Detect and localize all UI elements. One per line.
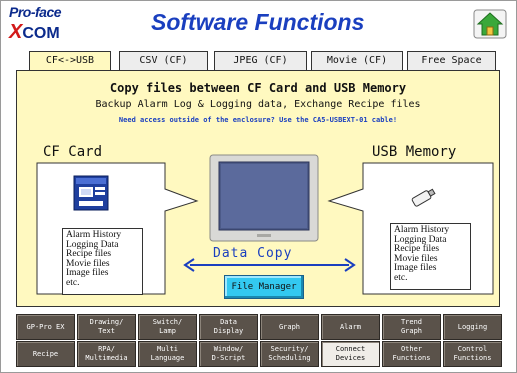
hmi-display-image xyxy=(209,154,319,242)
logo-bottom-text: XCOM xyxy=(9,21,60,43)
nav-rpa-multimedia[interactable]: RPA/ Multimedia xyxy=(77,341,136,367)
cf-card-label: CF Card xyxy=(43,144,103,160)
file-manager-button[interactable]: File Manager xyxy=(224,275,304,299)
nav-security-scheduling[interactable]: Security/ Scheduling xyxy=(260,341,319,367)
usb-memory-label: USB Memory xyxy=(372,144,457,160)
nav-logging[interactable]: Logging xyxy=(443,314,502,340)
nav-recipe[interactable]: Recipe xyxy=(16,341,75,367)
usb-file-list: Alarm History Logging Data Recipe files … xyxy=(390,223,471,290)
bottom-nav: GP-Pro EX Drawing/ Text Switch/ Lamp Dat… xyxy=(16,314,502,367)
cf-usb-panel: Copy files between CF Card and USB Memor… xyxy=(16,70,500,307)
nav-multi-language[interactable]: Multi Language xyxy=(138,341,197,367)
tab-cf-usb[interactable]: CF<->USB xyxy=(29,51,111,72)
tab-free-space[interactable]: Free Space xyxy=(407,51,496,71)
logo-top-text: Pro-face xyxy=(9,4,62,20)
nav-alarm[interactable]: Alarm xyxy=(321,314,380,340)
nav-gp-pro-ex[interactable]: GP-Pro EX xyxy=(16,314,75,340)
nav-trend-graph[interactable]: Trend Graph xyxy=(382,314,441,340)
nav-window-dscript[interactable]: Window/ D-Script xyxy=(199,341,258,367)
tab-csv-cf[interactable]: CSV (CF) xyxy=(119,51,208,71)
nav-graph[interactable]: Graph xyxy=(260,314,319,340)
nav-connect-devices[interactable]: Connect Devices xyxy=(321,341,380,367)
list-item: etc. xyxy=(394,272,408,283)
window-frame: Pro-face XCOM Software Functions CF<->US… xyxy=(0,0,517,373)
panel-heading: Copy files between CF Card and USB Memor… xyxy=(109,81,407,95)
cf-file-list: Alarm History Logging Data Recipe files … xyxy=(62,228,143,295)
proface-xycom-logo: Pro-face XCOM xyxy=(7,4,85,44)
double-arrow-icon xyxy=(183,258,356,272)
page-title: Software Functions xyxy=(151,9,365,35)
tab-movie-cf[interactable]: Movie (CF) xyxy=(311,51,403,71)
panel-subheading: Backup Alarm Log & Logging data, Exchang… xyxy=(95,99,421,110)
list-item: etc. xyxy=(66,277,80,288)
tab-jpeg-cf[interactable]: JPEG (CF) xyxy=(214,51,307,71)
nav-switch-lamp[interactable]: Switch/ Lamp xyxy=(138,314,197,340)
cf-card-icon xyxy=(73,175,109,211)
nav-control-functions[interactable]: Control Functions xyxy=(443,341,502,367)
nav-drawing-text[interactable]: Drawing/ Text xyxy=(77,314,136,340)
nav-other-functions[interactable]: Other Functions xyxy=(382,341,441,367)
cable-note: Need access outside of the enclosure? Us… xyxy=(118,116,398,124)
usb-memory-icon xyxy=(411,188,436,207)
home-icon[interactable] xyxy=(473,9,507,39)
nav-data-display[interactable]: Data Display xyxy=(199,314,258,340)
